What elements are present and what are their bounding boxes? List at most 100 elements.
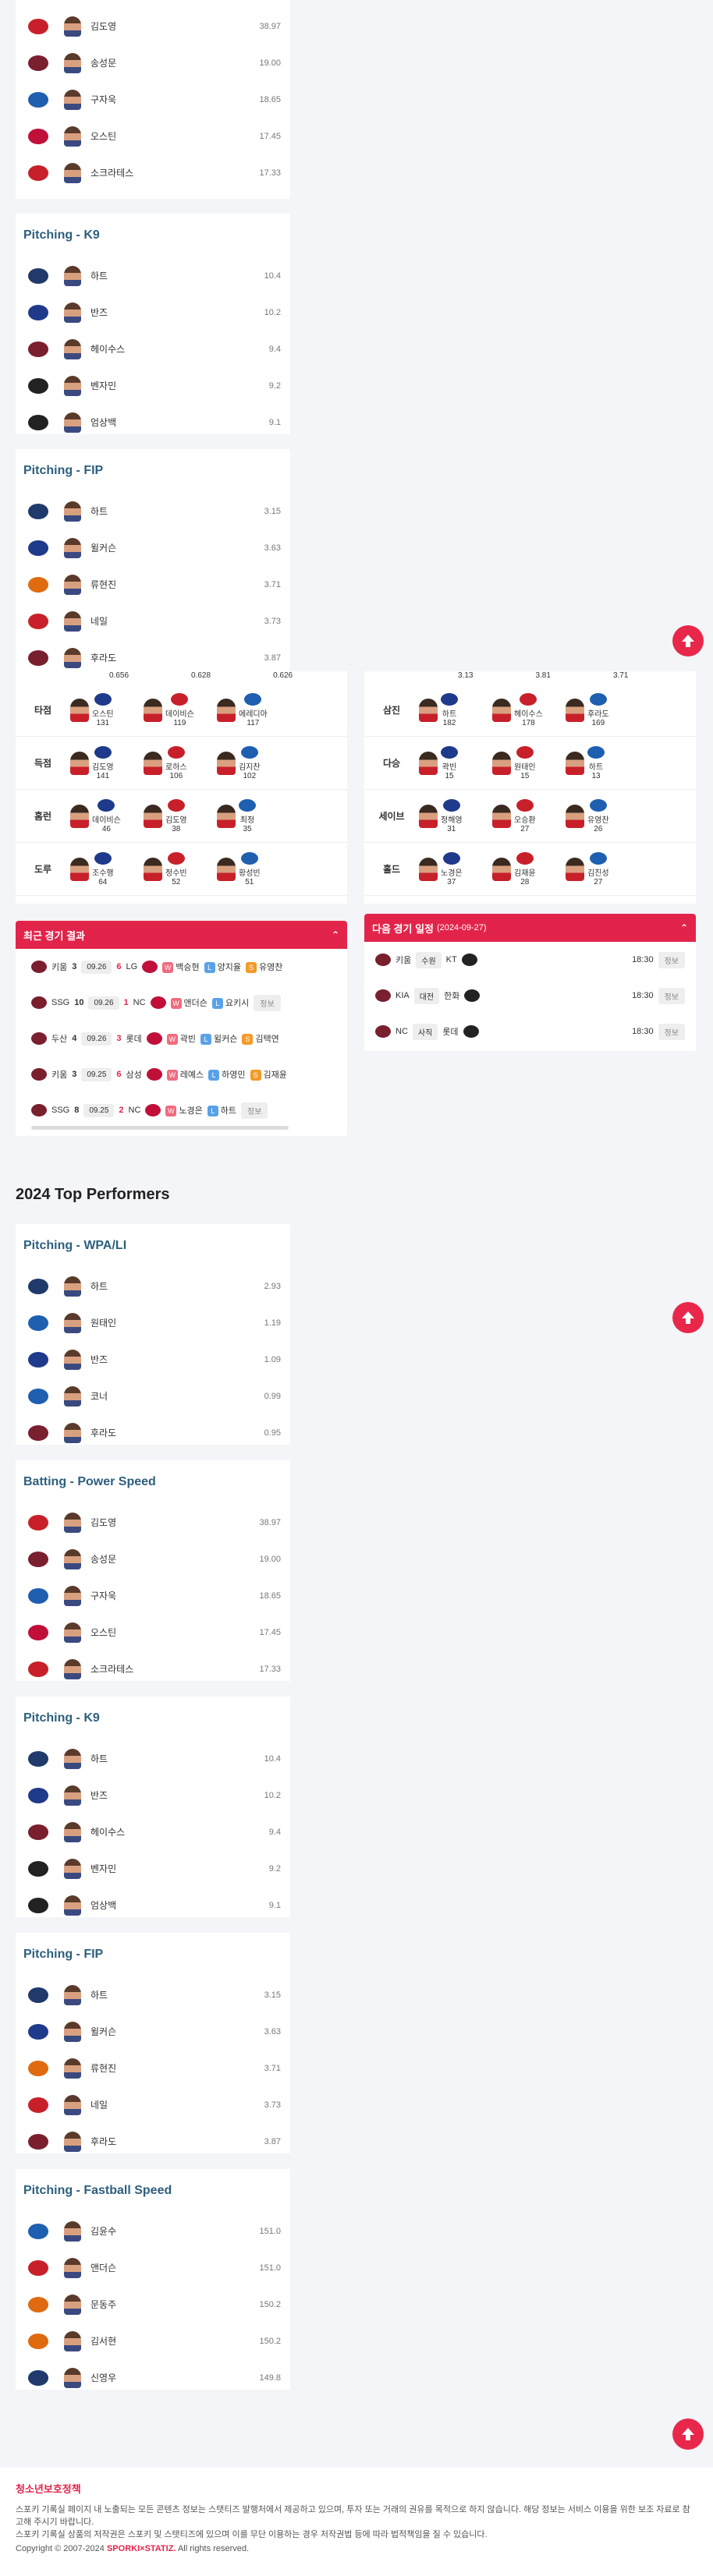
leader-row[interactable]: 김도영 38.97 [16,8,290,44]
leader-row[interactable]: 송성문 19.00 [16,1541,290,1577]
player-name[interactable]: 조수행 [92,866,114,878]
player-name[interactable]: 헤이수스 [90,1825,269,1838]
leader-row[interactable]: 소크라테스 17.33 [16,1651,290,1687]
leader-cell[interactable]: 김진성 27 [566,851,639,886]
game-result-row[interactable]: 키움 3 09.26 6 LG W 백승현 L 양지율 S 유영찬 [16,949,347,985]
leader-row[interactable]: 코너 0.99 [16,1378,290,1414]
player-name[interactable]: 김도영 [90,19,259,33]
player-name[interactable]: 김도영 [90,1516,259,1529]
player-name[interactable]: 김재윤 [514,866,536,878]
info-button[interactable]: 정보 [254,994,281,1011]
leader-cell[interactable]: 에레디아 117 [217,692,290,727]
player-name[interactable]: 후라도 [90,1426,264,1439]
leader-cell[interactable]: 유영찬 26 [566,798,639,833]
player-name[interactable]: 문동주 [90,2298,259,2311]
leader-cell[interactable]: 하트 182 [419,692,492,727]
leader-row[interactable]: 김도영 38.97 [16,1504,290,1541]
player-name[interactable]: 김도영 [165,813,187,825]
player-name[interactable]: 오스틴 [90,129,259,143]
player-name[interactable]: 원태인 [514,760,536,772]
player-name[interactable]: 유영찬 [587,813,609,825]
game-result-row[interactable]: 키움 3 09.25 6 삼성 W 레예스 L 하영민 S 김재윤 [16,1056,347,1092]
info-button[interactable]: 정보 [658,1023,685,1040]
leader-row[interactable]: 윌커슨 3.63 [16,2013,290,2050]
leader-row[interactable]: 벤자민 9.2 [16,367,290,404]
leader-row[interactable]: 김서현 150.2 [16,2323,290,2359]
player-name[interactable]: 하트 [90,1988,264,2001]
player-name[interactable]: 오승환 [514,813,536,825]
leader-row[interactable]: 구자욱 18.65 [16,81,290,118]
leader-cell[interactable]: 오스틴 131 [70,692,144,727]
player-name[interactable]: 구자욱 [90,1589,259,1602]
leader-cell[interactable]: 최정 35 [217,798,290,833]
next-games-header[interactable]: 다음 경기 일정 (2024-09-27) ⌃ [364,914,696,942]
player-name[interactable]: 류현진 [90,578,264,591]
player-name[interactable]: 하트 [589,760,603,772]
scroll-top-button[interactable] [672,2419,704,2450]
player-name[interactable]: 엄상백 [90,1898,269,1912]
player-name[interactable]: 헤이수스 [90,342,269,356]
schedule-row[interactable]: KIA 대전 한화 18:30 정보 [364,978,696,1014]
youth-policy-link[interactable]: 청소년보호정책 [16,2483,697,2496]
player-name[interactable]: 하트 [90,504,264,518]
player-name[interactable]: 최정 [240,813,254,825]
leader-row[interactable]: 앤더슨 151.0 [16,2249,290,2286]
player-name[interactable]: 데이비슨 [92,813,121,825]
leader-cell[interactable]: 후라도 169 [566,692,639,727]
player-name[interactable]: 정해영 [441,813,463,825]
player-name[interactable]: 원태인 [90,1316,264,1329]
leader-row[interactable]: 네일 3.73 [16,603,290,639]
player-name[interactable]: 김윤수 [90,2224,259,2238]
player-name[interactable]: 곽빈 [442,760,456,772]
player-name[interactable]: 하트 [90,269,264,282]
leader-cell[interactable]: 황성빈 51 [217,851,290,886]
leader-row[interactable]: 반즈 1.09 [16,1341,290,1378]
leader-row[interactable]: 구자욱 18.65 [16,1577,290,1614]
scroll-top-button[interactable] [672,625,704,656]
leader-cell[interactable]: 헤이수스 178 [492,692,566,727]
leader-cell[interactable]: 오승환 27 [492,798,566,833]
leader-row[interactable]: 하트 10.4 [16,1740,290,1777]
player-name[interactable]: 윌커슨 [90,541,264,554]
player-name[interactable]: 김서현 [90,2334,259,2348]
leader-row[interactable]: 반즈 10.2 [16,1777,290,1813]
player-name[interactable]: 벤자민 [90,1862,269,1875]
recent-results-header[interactable]: 최근 경기 결과 ⌃ [16,921,347,949]
game-result-row[interactable]: SSG 10 09.26 1 NC W 앤더슨 L 요키시 정보 [16,985,347,1021]
player-name[interactable]: 신영우 [90,2371,259,2384]
player-name[interactable]: 네일 [90,2098,264,2111]
leader-cell[interactable]: 김지찬 102 [217,745,290,780]
player-name[interactable]: 김지찬 [239,760,261,772]
schedule-row[interactable]: NC 사직 롯데 18:30 정보 [364,1014,696,1049]
player-name[interactable]: 소크라테스 [90,166,259,179]
game-result-row[interactable]: 두산 4 09.26 3 롯데 W 곽빈 L 윌커슨 S 김택연 [16,1021,347,1056]
leader-row[interactable]: 하트 2.93 [16,1268,290,1304]
info-button[interactable]: 정보 [241,1102,268,1119]
leader-row[interactable]: 하트 3.15 [16,493,290,529]
leader-row[interactable]: 후라도 3.87 [16,639,290,676]
player-name[interactable]: 로하스 [165,760,187,772]
player-name[interactable]: 구자욱 [90,93,259,106]
player-name[interactable]: 후라도 [90,651,264,664]
info-button[interactable]: 정보 [658,987,685,1004]
leader-cell[interactable]: 로하스 106 [144,745,217,780]
player-name[interactable]: 네일 [90,614,264,628]
leader-cell[interactable]: 김도영 38 [144,798,217,833]
player-name[interactable]: 윌커슨 [90,2025,264,2038]
leader-cell[interactable]: 정수빈 52 [144,851,217,886]
player-name[interactable]: 노경은 [441,866,463,878]
leader-row[interactable]: 벤자민 9.2 [16,1850,290,1887]
scroll-top-button[interactable] [672,1302,704,1333]
chevron-up-icon[interactable]: ⌃ [680,922,688,933]
leader-cell[interactable]: 데이비슨 119 [144,692,217,727]
leader-row[interactable]: 후라도 0.95 [16,1414,290,1451]
leader-cell[interactable]: 김도영 141 [70,745,144,780]
player-name[interactable]: 반즈 [90,306,264,319]
leader-row[interactable]: 후라도 3.87 [16,2123,290,2160]
player-name[interactable]: 후라도 [587,707,609,719]
leader-row[interactable]: 원태인 1.19 [16,1304,290,1341]
player-name[interactable]: 벤자민 [90,379,269,392]
player-name[interactable]: 코너 [90,1389,264,1403]
player-name[interactable]: 반즈 [90,1789,264,1802]
player-name[interactable]: 오스틴 [92,707,114,719]
